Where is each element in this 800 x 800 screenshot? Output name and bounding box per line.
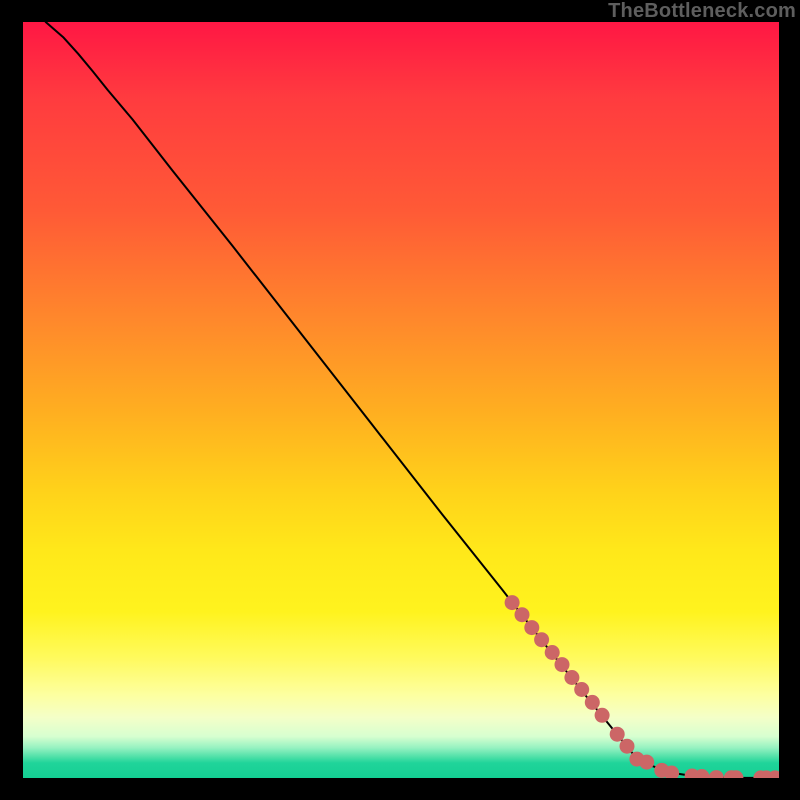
data-point bbox=[709, 770, 724, 778]
data-point bbox=[524, 620, 539, 635]
watermark-text: TheBottleneck.com bbox=[608, 0, 796, 23]
chart-svg bbox=[23, 22, 779, 778]
data-point bbox=[534, 632, 549, 647]
data-point bbox=[545, 645, 560, 660]
curve-path bbox=[46, 22, 776, 778]
chart-stage: TheBottleneck.com bbox=[0, 0, 800, 800]
data-point bbox=[505, 595, 520, 610]
data-point bbox=[610, 727, 625, 742]
curve-layer bbox=[46, 22, 776, 778]
dots-layer bbox=[505, 595, 779, 778]
data-point bbox=[585, 695, 600, 710]
plot-area bbox=[23, 22, 779, 778]
data-point bbox=[555, 657, 570, 672]
data-point bbox=[595, 708, 610, 723]
data-point bbox=[515, 607, 530, 622]
data-point bbox=[564, 670, 579, 685]
data-point bbox=[620, 739, 635, 754]
data-point bbox=[574, 682, 589, 697]
data-point bbox=[639, 755, 654, 770]
